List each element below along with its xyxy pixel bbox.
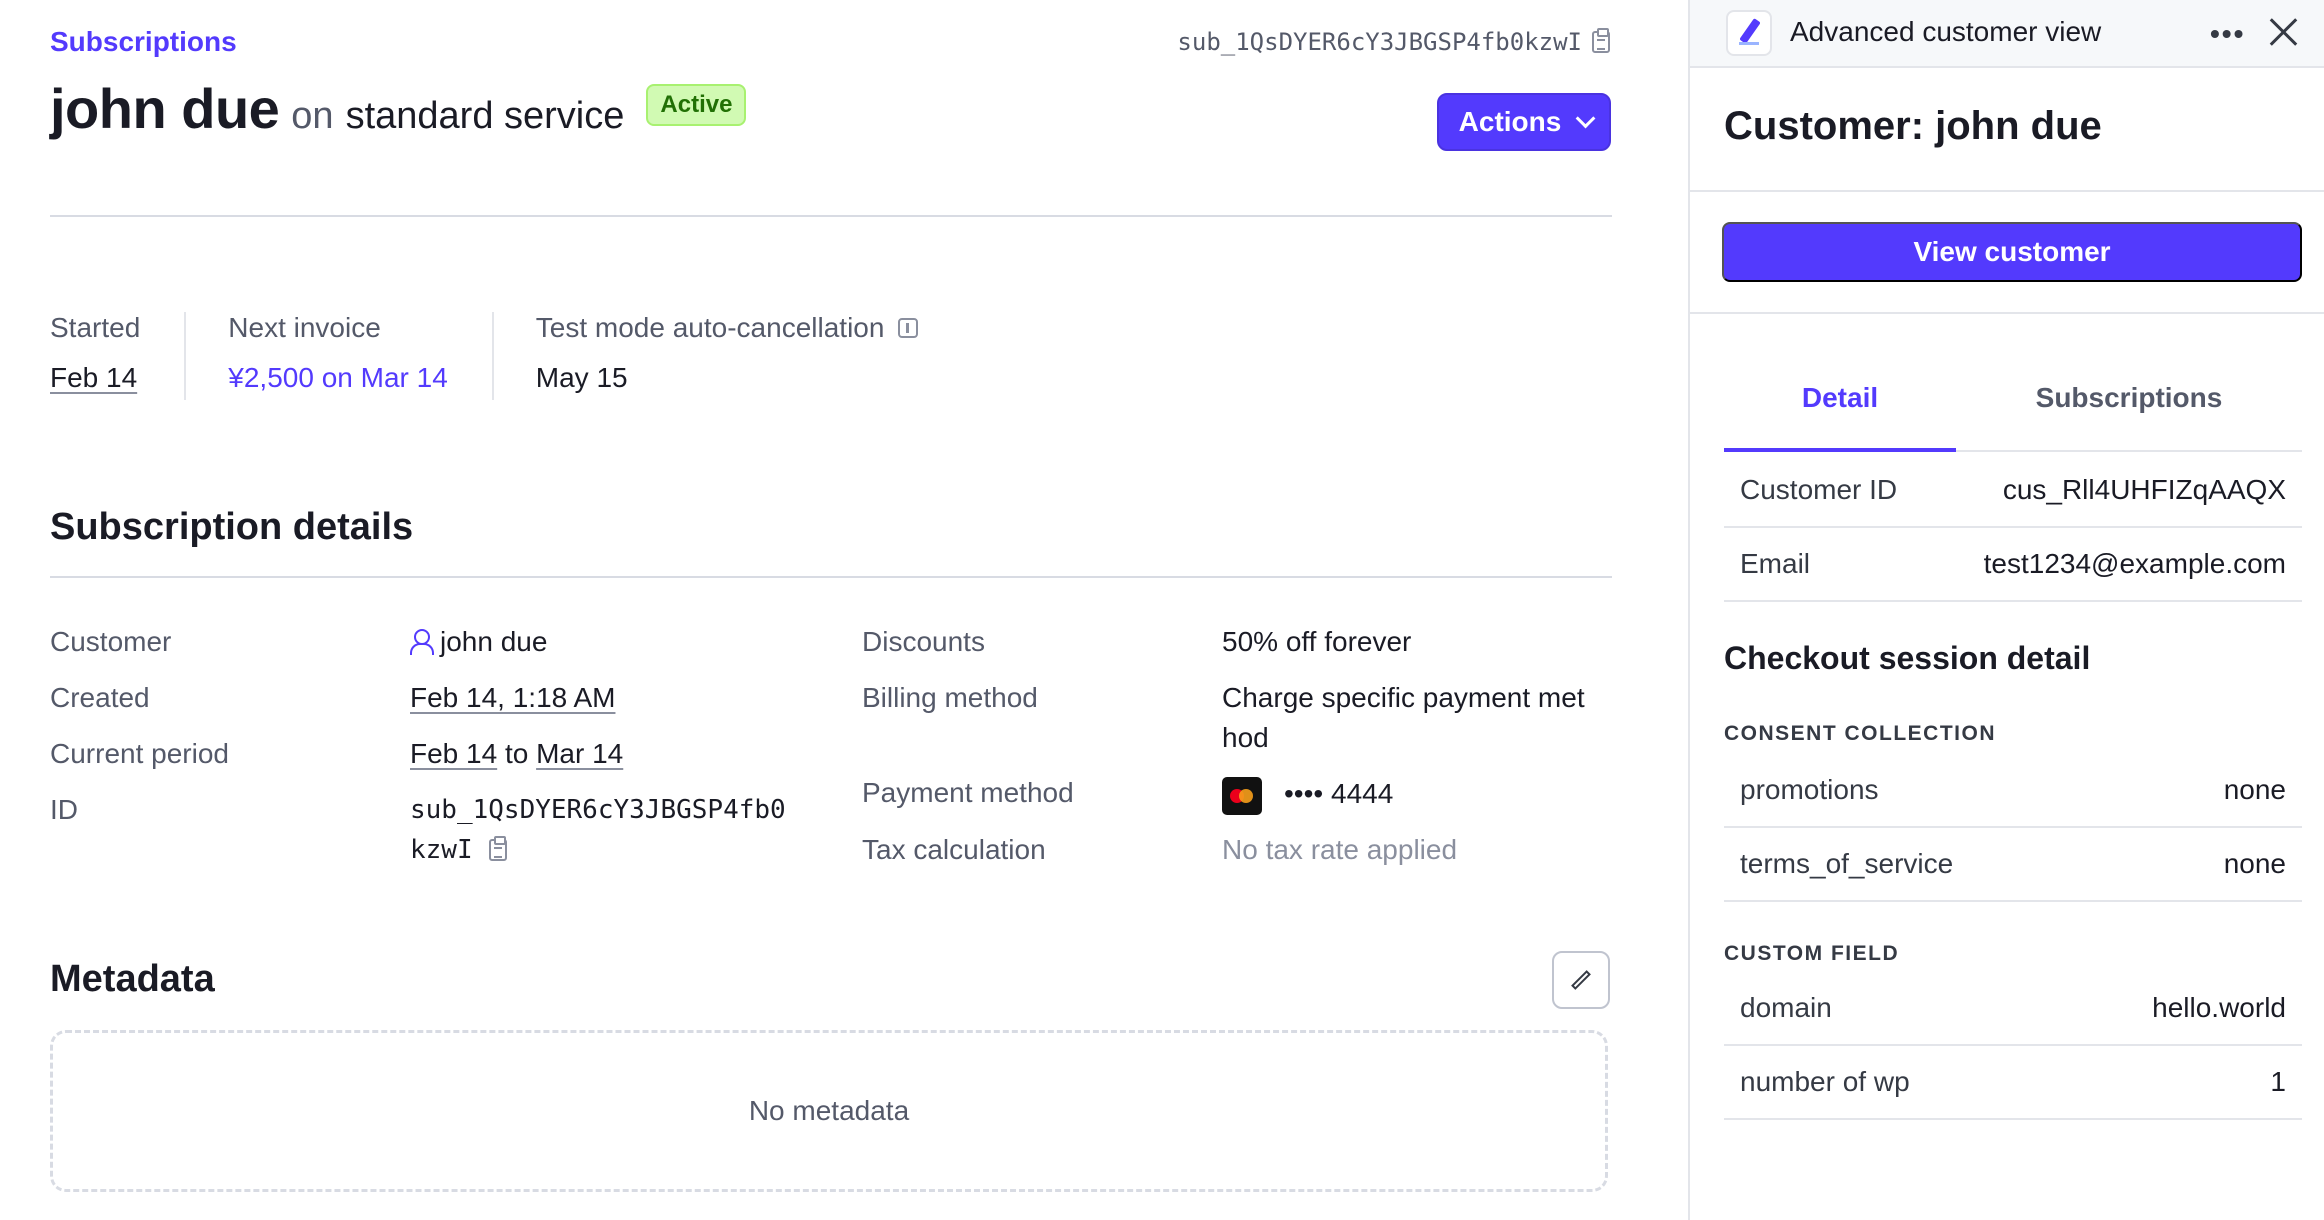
no-metadata-text: No metadata [749,1095,909,1127]
metadata-empty-box: No metadata [50,1030,1608,1192]
next-invoice-label: Next invoice [228,312,448,344]
custom-number-of-wp: number of wp 1 [1724,1046,2302,1120]
billing-line-1: Charge specific payment met [1222,678,1585,718]
chevron-down-icon [1576,109,1596,129]
current-period-value: Feb 14 to Mar 14 [410,734,623,774]
auto-cancel-label-row: Test mode auto-cancellation [536,312,919,344]
panel-divider-2 [1690,312,2324,314]
field-value: cus_Rll4UHFIZqAAQX [2003,474,2286,506]
billing-line-2: hod [1222,718,1585,758]
view-customer-button[interactable]: View customer [1722,222,2302,282]
consent-terms: terms_of_service none [1724,828,2302,902]
panel-customer-heading: Customer: john due [1724,104,2102,149]
id-line-2: kzwI [410,830,473,870]
field-value: hello.world [2152,992,2286,1024]
custom-field-label: CUSTOM FIELD [1724,942,1899,966]
next-invoice-link[interactable]: ¥2,500 on Mar 14 [228,362,448,394]
field-key: Customer ID [1740,474,1897,506]
payment-method-value: •••• 4444 [1222,774,1393,815]
header-divider [50,215,1612,217]
auto-cancel-label: Test mode auto-cancellation [536,312,885,344]
subscription-details-title: Subscription details [50,506,413,549]
current-period-label: Current period [50,738,229,770]
subscription-id-text: sub_1QsDYER6cY3JBGSP4fb0kzwI [1177,28,1582,56]
actions-button[interactable]: Actions [1437,93,1611,151]
plan-name: standard service [346,95,625,138]
edit-metadata-button[interactable] [1552,951,1610,1009]
customer-link-text: john due [440,626,547,657]
id-line-1: sub_1QsDYER6cY3JBGSP4fb0 [410,790,786,830]
subscription-id-header: sub_1QsDYER6cY3JBGSP4fb0kzwI [1177,28,1610,56]
subscription-summary: Started Feb 14 Next invoice ¥2,500 on Ma… [50,312,1004,400]
field-value: none [2224,848,2286,880]
pencil-icon [1571,970,1591,990]
info-icon[interactable] [898,318,918,338]
field-key: number of wp [1740,1066,1910,1098]
started-label: Started [50,312,140,344]
subscription-main: Subscriptions sub_1QsDYER6cY3JBGSP4fb0kz… [0,0,1688,1220]
details-divider [50,576,1612,578]
customer-link[interactable]: john due [410,622,547,662]
customer-label: Customer [50,626,171,658]
panel-divider-1 [1690,190,2324,192]
mastercard-icon [1222,777,1262,815]
tab-subscriptions[interactable]: Subscriptions [1956,370,2302,450]
field-value: 1 [2270,1066,2286,1098]
app-logo-icon [1726,10,1772,56]
tax-calculation-value: No tax rate applied [1222,830,1457,870]
field-key: domain [1740,992,1832,1024]
billing-method-value: Charge specific payment met hod [1222,678,1585,758]
field-email: Email test1234@example.com [1724,528,2302,602]
period-start[interactable]: Feb 14 [410,738,497,769]
auto-cancel-value: May 15 [536,362,919,394]
page-title: john due on standard service Active [50,76,746,141]
id-value: sub_1QsDYER6cY3JBGSP4fb0 kzwI [410,790,786,870]
field-customer-id: Customer ID cus_Rll4UHFIZqAAQX [1724,454,2302,528]
on-word: on [291,95,333,138]
id-line-2-row: kzwI [410,830,786,870]
breadcrumb-subscriptions[interactable]: Subscriptions [50,26,237,58]
copy-icon[interactable] [1592,31,1610,53]
custom-domain: domain hello.world [1724,972,2302,1046]
consent-collection-label: CONSENT COLLECTION [1724,722,1996,746]
panel-tabs: Detail Subscriptions [1724,370,2302,452]
status-badge: Active [646,84,746,126]
field-key: Email [1740,548,1810,580]
panel-title: Advanced customer view [1790,16,2101,48]
field-value: test1234@example.com [1984,548,2286,580]
panel-header: Advanced customer view ••• [1690,0,2324,68]
customer-name-title: john due [50,76,279,141]
billing-method-label: Billing method [862,682,1038,714]
advanced-customer-panel: Advanced customer view ••• Customer: joh… [1688,0,2324,1220]
payment-method-label: Payment method [862,777,1074,809]
created-value[interactable]: Feb 14, 1:18 AM [410,678,615,718]
tab-detail[interactable]: Detail [1724,370,1956,450]
discounts-label: Discounts [862,626,985,658]
period-to: to [505,738,528,769]
summary-started: Started Feb 14 [50,312,186,400]
checkout-session-title: Checkout session detail [1724,640,2090,677]
started-value[interactable]: Feb 14 [50,362,140,394]
tax-calculation-label: Tax calculation [862,834,1046,866]
field-key: promotions [1740,774,1879,806]
actions-label: Actions [1459,106,1562,138]
created-label: Created [50,682,150,714]
period-end[interactable]: Mar 14 [536,738,623,769]
metadata-title: Metadata [50,958,215,1001]
summary-next-invoice: Next invoice ¥2,500 on Mar 14 [228,312,494,400]
discounts-value: 50% off forever [1222,622,1411,662]
field-value: none [2224,774,2286,806]
field-key: terms_of_service [1740,848,1953,880]
copy-id-icon[interactable] [489,839,507,861]
more-options-icon[interactable]: ••• [2210,18,2245,50]
person-icon [410,629,430,653]
consent-promotions: promotions none [1724,754,2302,828]
summary-auto-cancel: Test mode auto-cancellation May 15 [536,312,963,400]
close-icon[interactable] [2266,14,2302,50]
card-last4: •••• 4444 [1284,778,1393,809]
id-label: ID [50,794,78,826]
